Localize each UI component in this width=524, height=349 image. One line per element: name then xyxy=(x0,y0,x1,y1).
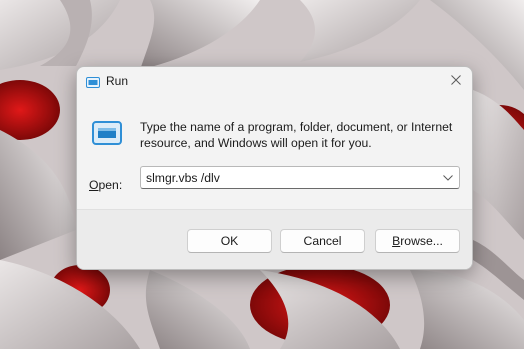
browse-button[interactable]: Browse... xyxy=(375,229,460,253)
ok-button[interactable]: OK xyxy=(187,229,272,253)
dialog-body: Type the name of a program, folder, docu… xyxy=(77,95,472,209)
dialog-footer: OK Cancel Browse... xyxy=(77,209,472,269)
run-app-icon xyxy=(86,75,100,88)
open-label: Open: xyxy=(89,178,123,192)
instruction-text: Type the name of a program, folder, docu… xyxy=(140,120,453,150)
title-bar[interactable]: Run xyxy=(77,67,472,95)
open-input[interactable] xyxy=(141,167,431,188)
cancel-button[interactable]: Cancel xyxy=(280,229,365,253)
chevron-down-icon[interactable] xyxy=(441,171,455,184)
close-button[interactable] xyxy=(440,67,472,95)
dialog-title: Run xyxy=(106,74,129,88)
open-combobox[interactable] xyxy=(140,166,460,189)
close-icon xyxy=(451,72,461,90)
run-program-icon xyxy=(90,119,124,149)
run-dialog: Run Type the name of a program, folder, … xyxy=(76,66,473,270)
